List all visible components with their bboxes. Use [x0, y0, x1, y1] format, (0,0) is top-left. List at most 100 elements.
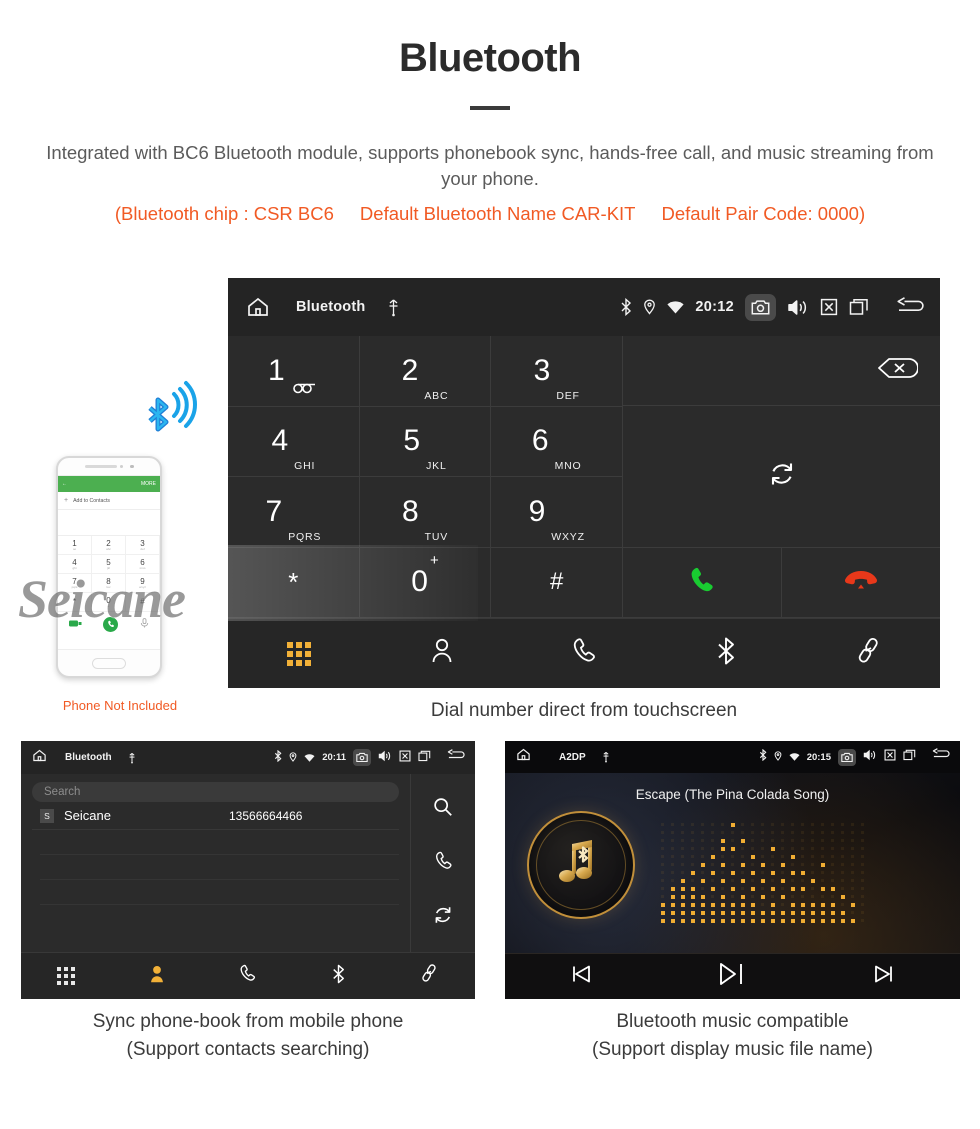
bluetooth-icon [331, 963, 346, 990]
location-icon [643, 299, 656, 315]
contact-row-empty [40, 855, 399, 880]
dialer-caption: Dial number direct from touchscreen [430, 700, 738, 721]
phone-number-field [58, 510, 160, 536]
volume-icon[interactable] [378, 749, 392, 767]
next-button[interactable] [808, 963, 960, 990]
backspace-button[interactable] [623, 336, 940, 406]
phone-icon[interactable] [433, 850, 454, 877]
nav-bluetooth[interactable] [293, 963, 384, 990]
bluetooth-icon [274, 749, 282, 767]
search-icon[interactable] [432, 796, 454, 823]
play-pause-icon [718, 961, 748, 992]
key-star[interactable]: * [228, 547, 360, 618]
music-stage: Escape (The Pina Colada Song) [505, 773, 960, 953]
camera-icon[interactable] [838, 748, 856, 766]
phone-icon [238, 963, 257, 989]
volume-icon[interactable] [863, 748, 877, 766]
sync-icon[interactable] [432, 904, 454, 931]
previous-button[interactable] [505, 963, 657, 990]
music-title: A2DP [559, 751, 586, 763]
key-5[interactable]: 5 JKL [359, 406, 492, 477]
home-icon[interactable] [32, 748, 47, 768]
camera-icon[interactable] [353, 749, 371, 766]
key-4[interactable]: 4 GHI [228, 406, 360, 477]
camera-icon[interactable] [745, 293, 776, 321]
phonebook-status-icons: 20:11 [274, 748, 466, 767]
phone-call-button [103, 616, 119, 632]
close-icon[interactable] [820, 298, 838, 316]
nav-pair[interactable] [798, 636, 940, 671]
key-6[interactable]: 6 MNO [491, 406, 624, 477]
nav-call-log[interactable] [513, 636, 655, 671]
nav-call-log[interactable] [203, 963, 294, 989]
title-divider [470, 106, 510, 110]
key-digit: 6 [531, 424, 549, 458]
hangup-button[interactable] [782, 548, 940, 618]
volume-icon[interactable] [787, 298, 809, 317]
back-icon[interactable] [932, 748, 951, 766]
sync-button[interactable] [623, 406, 940, 548]
recents-icon[interactable] [849, 298, 869, 316]
wifi-icon [304, 749, 315, 767]
phone-key: 1 oo [58, 536, 92, 555]
nav-contacts[interactable] [370, 637, 512, 670]
clock: 20:15 [806, 751, 831, 763]
phone-app-header: ← MORE [58, 476, 160, 492]
key-2[interactable]: 2 ABC [359, 336, 492, 407]
phone-key: 9 wxyz [126, 574, 160, 593]
nav-keypad[interactable] [21, 967, 112, 985]
bluetooth-icon [715, 635, 737, 672]
phone-add-contact: + Add to Contacts [58, 492, 160, 510]
nav-keypad[interactable] [228, 641, 370, 666]
nav-contacts[interactable] [112, 964, 203, 989]
phonebook-bottom-nav [21, 952, 475, 999]
phone-add-label: Add to Contacts [73, 497, 111, 504]
music-screenshot: A2DP 20:15 Escape (The Pina Colada Song) [505, 741, 960, 999]
call-button[interactable] [623, 548, 782, 618]
close-icon[interactable] [399, 749, 411, 767]
contact-row[interactable]: S Seicane 13566664466 [32, 802, 399, 830]
home-icon[interactable] [246, 295, 270, 319]
back-icon[interactable] [896, 297, 926, 317]
key-letters: GHI [294, 460, 316, 472]
phonebook-caption-line2: (Support contacts searching) [126, 1038, 370, 1060]
keypad-row: 4 GHI 5 JKL 6 MNO [228, 406, 624, 477]
album-art [527, 811, 635, 919]
phone-earpiece [58, 458, 160, 475]
nav-bluetooth[interactable] [655, 635, 797, 672]
key-0[interactable]: 0 + [359, 547, 492, 618]
phonebook-status-bar: Bluetooth 20:11 [21, 741, 475, 774]
keypad-row: * 0 + # [228, 547, 624, 618]
phone-key: 7 pqrs [58, 574, 92, 593]
close-icon[interactable] [884, 748, 896, 766]
search-input[interactable]: Search [32, 782, 399, 802]
music-status-bar: A2DP 20:15 [505, 741, 960, 773]
key-letters: TUV [424, 530, 449, 543]
music-caption-line1: Bluetooth music compatible [616, 1011, 849, 1032]
phonebook-screenshot: Bluetooth 20:11 Search S Seicane 1356666… [21, 741, 475, 999]
key-7[interactable]: 7 PQRS [228, 477, 360, 548]
key-letters: DEF [556, 389, 580, 402]
key-1[interactable]: 1 [228, 336, 360, 407]
phonebook-body: Search S Seicane 13566664466 [21, 774, 475, 952]
play-pause-button[interactable] [657, 961, 809, 992]
key-3[interactable]: 3 DEF [491, 336, 624, 407]
key-letters: ABC [424, 389, 449, 402]
key-9[interactable]: 9 WXYZ [491, 477, 624, 548]
back-icon[interactable] [447, 748, 466, 767]
nav-pair[interactable] [384, 963, 475, 989]
phone-key: 2 abc [92, 536, 126, 555]
key-8[interactable]: 8 TUV [359, 477, 492, 548]
phone-action-row [58, 612, 160, 636]
recents-icon[interactable] [903, 748, 916, 766]
home-icon[interactable] [516, 747, 531, 767]
page-title: Bluetooth [398, 36, 582, 80]
key-hash[interactable]: # [491, 547, 624, 618]
dialer-bottom-nav [228, 618, 940, 688]
contact-name: Seicane [64, 808, 111, 823]
recents-icon[interactable] [418, 749, 431, 767]
key-digit: 5 [403, 424, 421, 458]
key-digit: * [288, 567, 299, 598]
wifi-icon [667, 300, 685, 314]
phone-key: * [58, 593, 92, 612]
